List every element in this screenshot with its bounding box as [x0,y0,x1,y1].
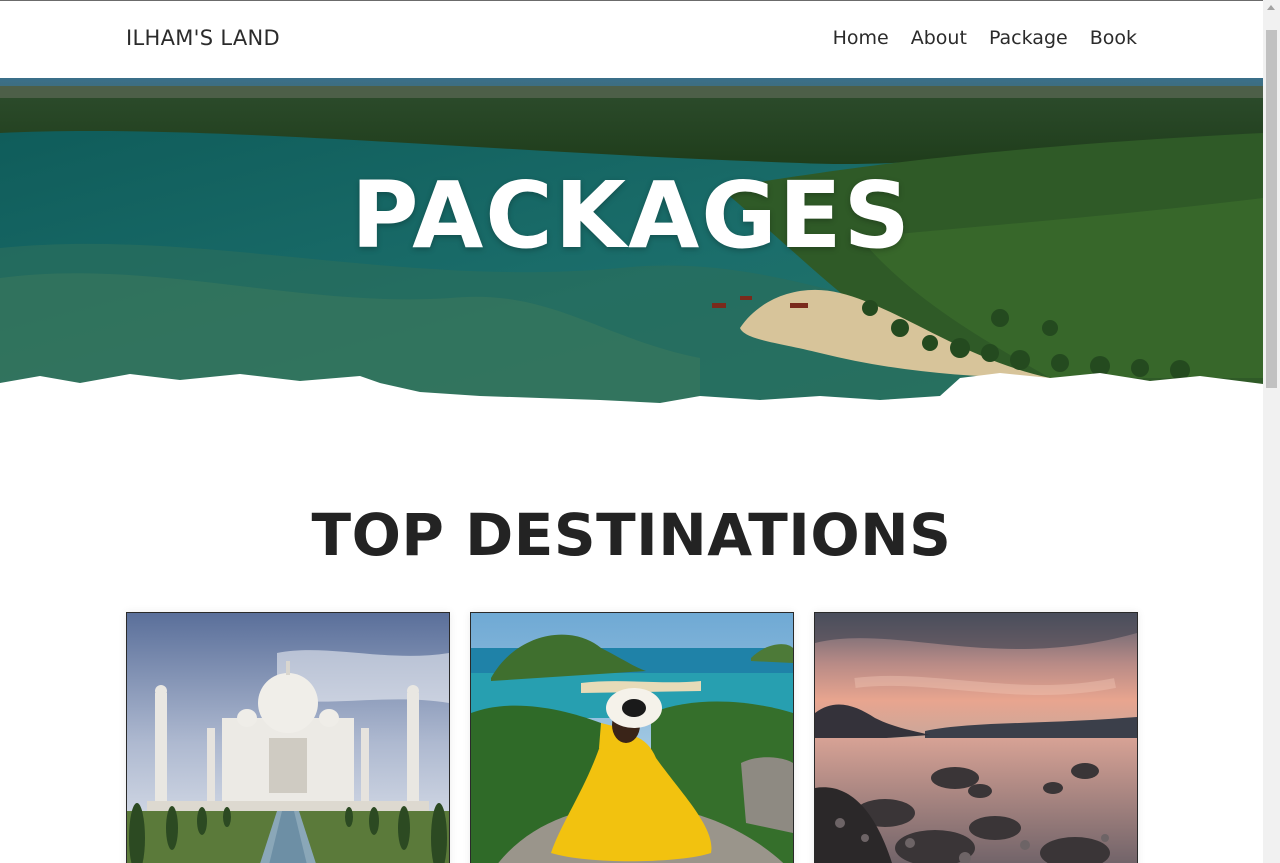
brand-logo[interactable]: ILHAM'S LAND [126,26,280,50]
nav-link-about[interactable]: About [911,27,967,49]
hero-title: PACKAGES [351,162,912,269]
scrollbar-thumb[interactable] [1266,30,1277,388]
nav-link-book[interactable]: Book [1090,27,1137,49]
woman-yellow-dress-island-photo [471,613,793,863]
nav-link-package[interactable]: Package [989,27,1068,49]
browser-page: ILHAM'S LAND Home About Package Book PAC… [0,0,1280,863]
taj-mahal-photo [127,613,449,863]
hero-banner: PACKAGES [0,78,1263,448]
rocky-beach-sunset-photo [815,613,1137,863]
nav-menu: Home About Package Book [833,27,1137,49]
nav-link-home[interactable]: Home [833,27,889,49]
page-viewport: ILHAM'S LAND Home About Package Book PAC… [0,0,1263,863]
section-title: TOP DESTINATIONS [311,501,952,569]
navbar: ILHAM'S LAND Home About Package Book [0,1,1263,78]
scroll-up-arrow-icon[interactable] [1267,5,1275,10]
browser-top-border [0,0,1280,1]
destination-card-2[interactable] [470,612,794,863]
destination-card-3[interactable] [814,612,1138,863]
destination-card-1[interactable] [126,612,450,863]
destination-cards [126,612,1138,863]
vertical-scrollbar[interactable] [1263,0,1280,863]
